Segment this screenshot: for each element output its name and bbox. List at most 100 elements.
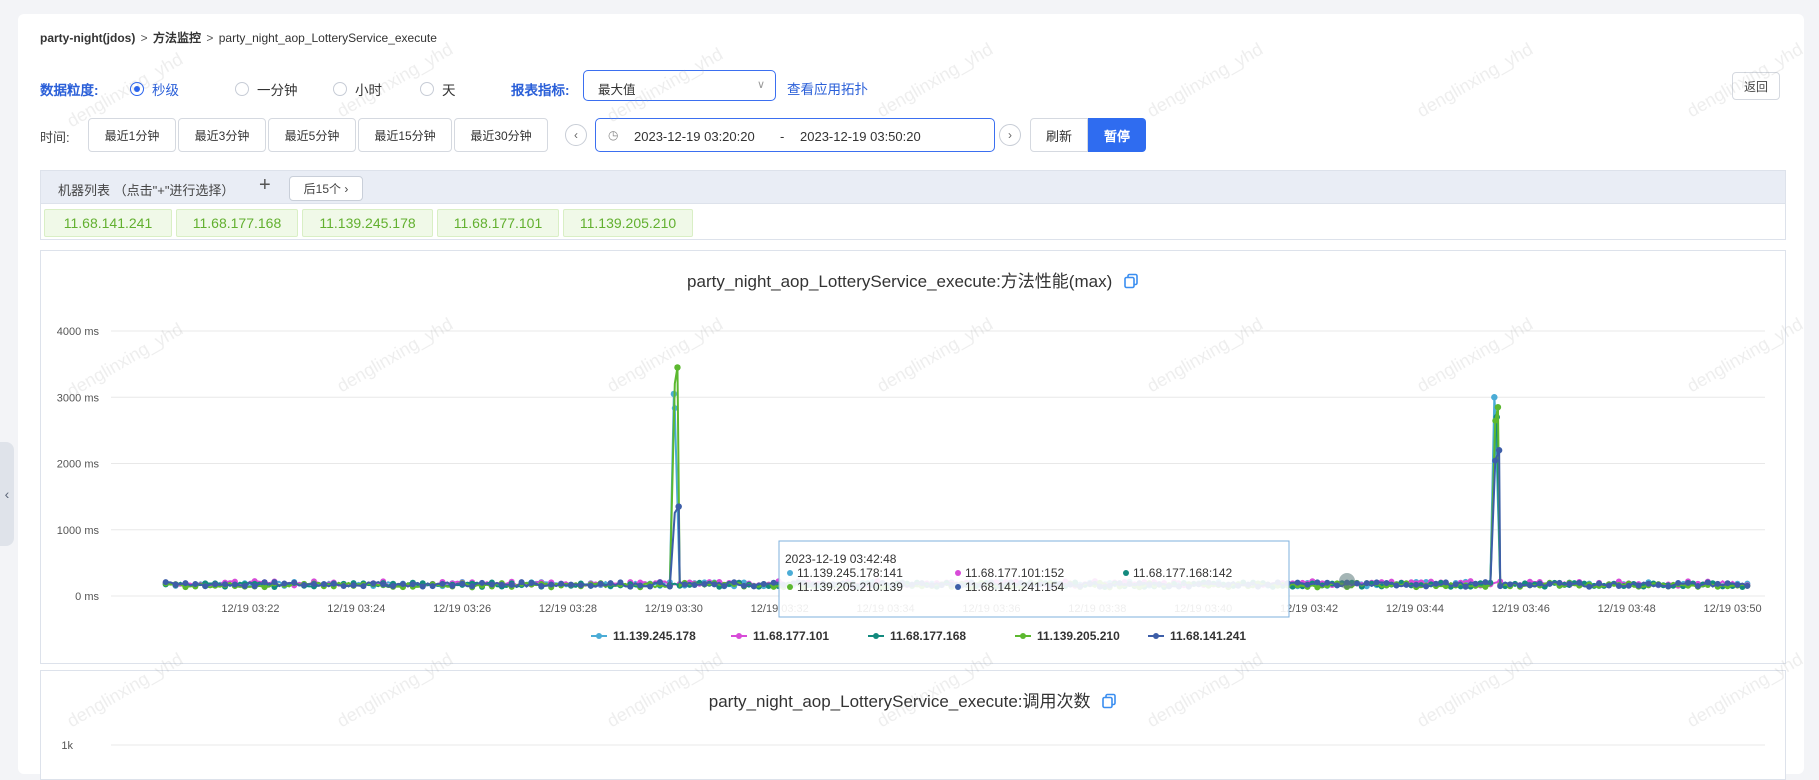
data-point: [172, 581, 179, 588]
pause-button[interactable]: 暂停: [1088, 118, 1146, 152]
radio-circle-icon: [235, 82, 249, 96]
data-point: [281, 580, 288, 587]
refresh-button[interactable]: 刷新: [1030, 118, 1088, 152]
legend-dot: [1153, 633, 1159, 639]
data-point: [1383, 579, 1390, 586]
machine-chip[interactable]: 11.68.177.168: [176, 209, 298, 237]
legend-item[interactable]: 11.139.245.178: [591, 629, 696, 643]
data-point: [251, 583, 258, 590]
back-button[interactable]: 返回: [1732, 72, 1780, 100]
radio-day[interactable]: 天: [420, 79, 456, 99]
chevron-left-icon: ‹: [4, 486, 10, 502]
calls-chart[interactable]: 1k: [41, 671, 1785, 771]
data-point: [1423, 583, 1430, 590]
data-point: [1492, 457, 1499, 464]
radio-circle-icon: [420, 82, 434, 96]
radio-hour[interactable]: 小时: [333, 79, 382, 99]
metric-select-value: 最大值: [598, 83, 636, 97]
chevron-left-icon: ‹: [574, 128, 578, 142]
data-point: [1714, 580, 1721, 587]
y-tick-label: 2000 ms: [57, 459, 100, 471]
quick-5min-button[interactable]: 最近5分钟: [268, 118, 356, 152]
machine-chip[interactable]: 11.68.177.101: [437, 209, 559, 237]
data-point: [469, 583, 476, 590]
breadcrumb-method: party_night_aop_LotteryService_execute: [218, 31, 437, 45]
metric-select[interactable]: 最大值 ∨: [583, 70, 776, 101]
radio-minute[interactable]: 一分钟: [235, 79, 298, 99]
legend-item[interactable]: 11.68.141.241: [1148, 629, 1246, 643]
breadcrumb-separator: >: [206, 31, 214, 45]
quick-15min-button[interactable]: 最近15分钟: [358, 118, 452, 152]
machine-chip[interactable]: 11.68.141.241: [44, 209, 172, 237]
x-tick-label: 12/19 03:26: [433, 603, 491, 615]
data-point: [241, 583, 248, 590]
radio-label: 天: [442, 83, 456, 98]
quick-30min-button[interactable]: 最近30分钟: [454, 118, 548, 152]
legend-item[interactable]: 11.68.177.101: [731, 629, 829, 643]
radio-second[interactable]: 秒级: [130, 79, 179, 99]
prev-range-button[interactable]: ‹: [565, 124, 587, 146]
data-point: [320, 581, 327, 588]
data-point: [1324, 579, 1331, 586]
data-point: [1685, 579, 1692, 586]
breadcrumb-separator: >: [140, 31, 148, 45]
tooltip-item: 11.68.177.101:152: [965, 566, 1065, 580]
time-range-picker[interactable]: ◷ 2023-12-19 03:20:20 - 2023-12-19 03:50…: [595, 118, 995, 152]
data-point: [202, 583, 209, 590]
data-point: [1472, 580, 1479, 587]
data-point: [301, 581, 308, 588]
data-point: [162, 579, 169, 586]
data-point: [459, 580, 466, 587]
data-point: [212, 581, 219, 588]
spike-point: [674, 364, 681, 371]
tooltip-dot: [787, 570, 793, 576]
data-point: [291, 579, 298, 586]
legend-item[interactable]: 11.139.205.210: [1015, 629, 1120, 643]
breadcrumb-section[interactable]: 方法监控: [153, 31, 201, 45]
machine-chip[interactable]: 11.139.205.210: [563, 209, 693, 237]
range-end: 2023-12-19 03:50:20: [800, 129, 921, 144]
quick-3min-button[interactable]: 最近3分钟: [178, 118, 266, 152]
data-point: [1413, 581, 1420, 588]
granularity-label: 数据粒度:: [40, 83, 99, 98]
add-machine-button[interactable]: +: [259, 174, 271, 197]
y-tick-label: 3000 ms: [57, 392, 100, 404]
y-tick-label: 1000 ms: [57, 525, 100, 537]
breadcrumb-app[interactable]: party-night(jdos): [40, 31, 135, 45]
data-point: [340, 582, 347, 589]
machine-chip[interactable]: 11.139.245.178: [302, 209, 433, 237]
data-point: [731, 579, 738, 586]
data-point: [310, 580, 317, 587]
machine-list-header: 机器列表 （点击"+"进行选择） + 后15个 ›: [40, 170, 1786, 204]
data-point: [1566, 580, 1573, 587]
tooltip-item: 11.139.245.178:141: [797, 566, 903, 580]
data-point: [1516, 582, 1523, 589]
data-point: [647, 583, 654, 590]
next-page-button[interactable]: 后15个 ›: [289, 176, 363, 201]
data-point: [419, 583, 426, 590]
data-point: [231, 581, 238, 588]
data-point: [538, 583, 545, 590]
data-point: [691, 582, 698, 589]
data-point: [770, 579, 777, 586]
data-point: [627, 583, 634, 590]
tooltip-dot: [787, 584, 793, 590]
chevron-right-icon: ›: [1008, 128, 1012, 142]
chevron-right-icon: ›: [341, 181, 349, 196]
data-point: [429, 583, 436, 590]
data-point: [656, 579, 663, 586]
data-point: [1314, 579, 1321, 586]
machine-list: 11.68.141.241 11.68.177.168 11.139.245.1…: [40, 204, 1786, 240]
calls-chart-panel: party_night_aop_LotteryService_execute:调…: [40, 670, 1786, 780]
performance-chart[interactable]: 0 ms 1000 ms 2000 ms 3000 ms 4000 ms 12/19 03…: [41, 251, 1785, 663]
quick-1min-button[interactable]: 最近1分钟: [88, 118, 176, 152]
data-point: [409, 581, 416, 588]
next-range-button[interactable]: ›: [999, 124, 1021, 146]
topology-link[interactable]: 查看应用拓扑: [787, 78, 868, 98]
data-point: [1526, 582, 1533, 589]
data-point: [1546, 580, 1553, 587]
sidebar-collapse-tab[interactable]: ‹: [0, 442, 14, 546]
legend-item[interactable]: 11.68.177.168: [868, 629, 966, 643]
legend-dot: [873, 633, 879, 639]
data-point: [380, 581, 387, 588]
